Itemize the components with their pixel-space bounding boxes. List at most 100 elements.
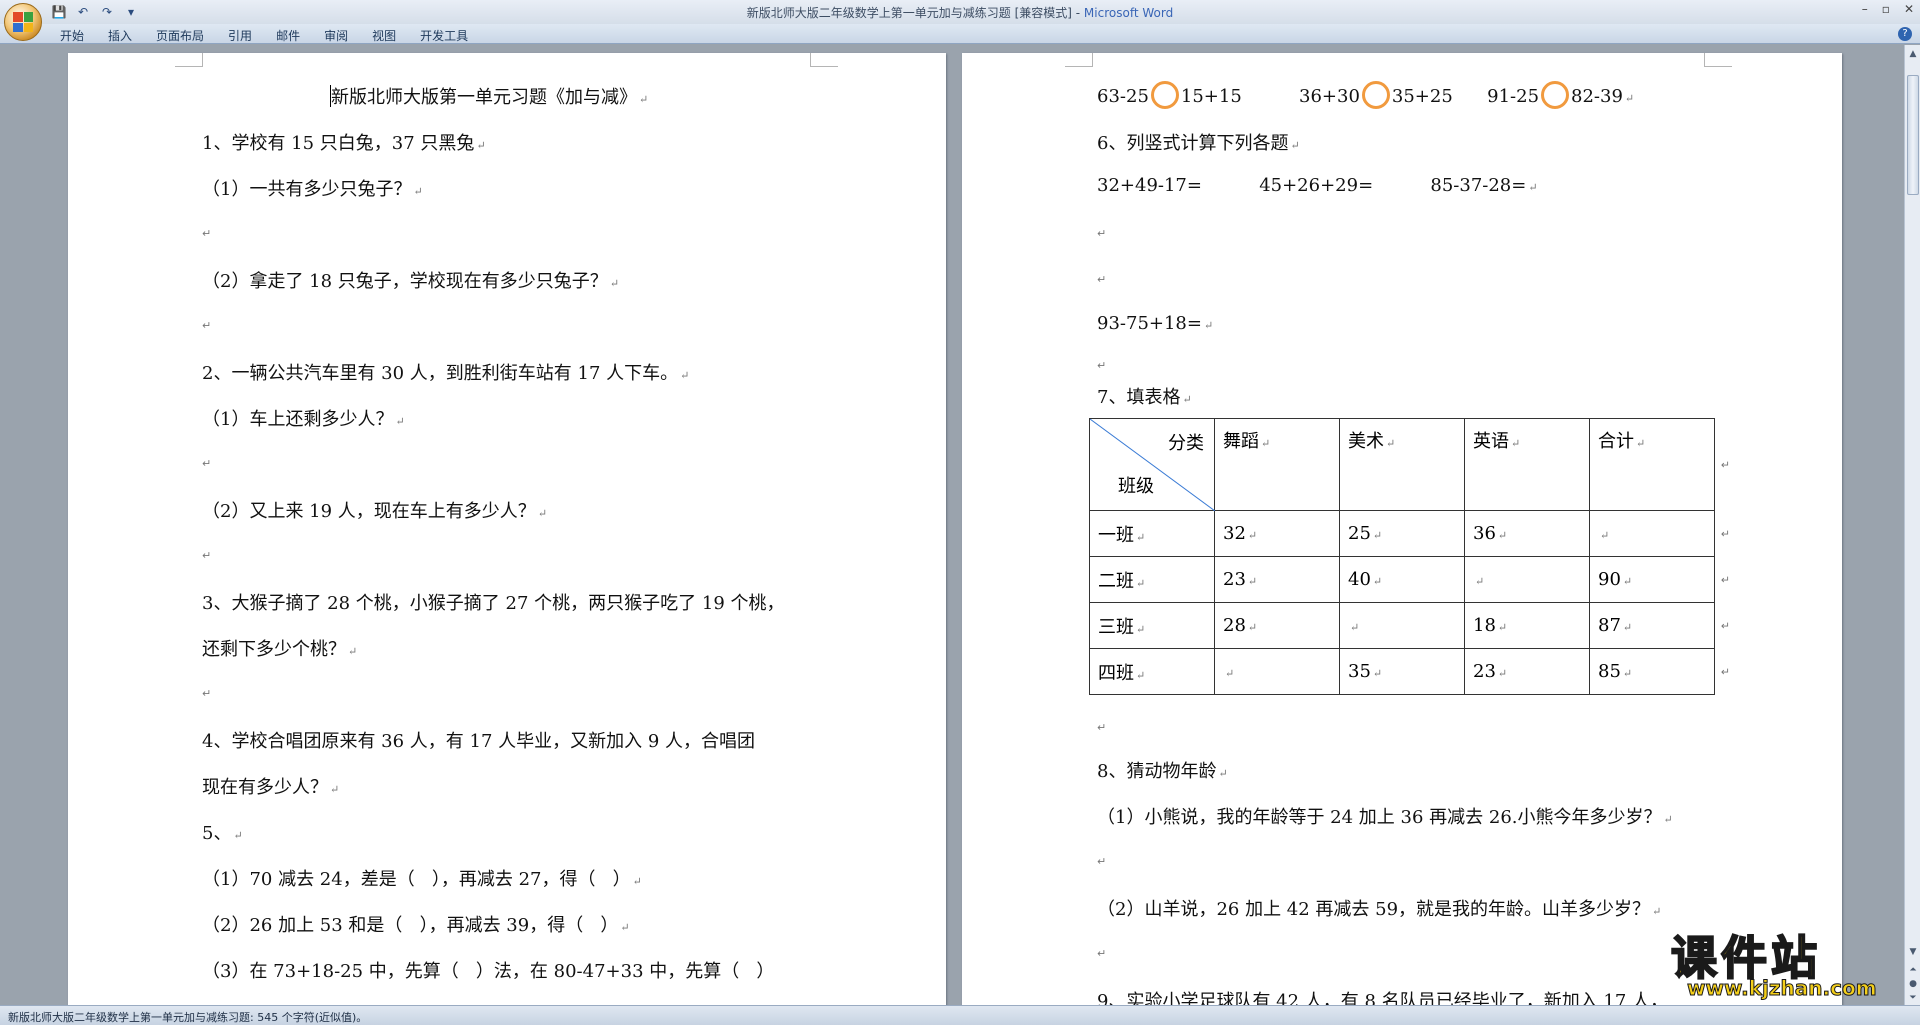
paragraph-mark: ↵ — [639, 93, 649, 106]
class-activity-table: 分类 班级 舞蹈 ↵ 美术 ↵ 英语 ↵ 合计 ↵ ↵ 一班 ↵ 32 ↵ 25 ↵ 36 ↵ ↵… — [1089, 418, 1730, 695]
document-title: 新版北师大版第一单元习题《加与减》 ↵ — [330, 83, 648, 109]
table-cell[interactable]: 25 ↵ — [1339, 510, 1465, 557]
minimize-icon[interactable]: – — [1862, 2, 1868, 16]
cell-value: 85 — [1598, 661, 1621, 682]
table-cell[interactable]: 40 ↵ — [1339, 556, 1465, 603]
table-row: 四班 ↵ ↵ 35 ↵ 23 ↵ 85 ↵ ↵ — [1089, 648, 1730, 695]
paragraph-mark: ↵ — [1475, 575, 1485, 588]
row-end-mark: ↵ — [1720, 458, 1730, 471]
paragraph-mark: ↵ — [1218, 767, 1228, 780]
cell-value: 90 — [1598, 569, 1621, 590]
cell-value: 25 — [1348, 523, 1371, 544]
cell-value: 18 — [1473, 615, 1496, 636]
document-area[interactable]: 新版北师大版第一单元习题《加与减》 ↵ 1、学校有 15 只白兔，37 只黑兔 ↵ … — [0, 45, 1904, 1005]
help-icon[interactable]: ? — [1898, 27, 1912, 41]
table-header-cell[interactable]: 合计 ↵ ↵ — [1589, 418, 1730, 511]
scroll-down-icon[interactable]: ▼ — [1906, 945, 1920, 959]
table-cell[interactable]: ↵ — [1214, 648, 1340, 695]
expression: 45+26+29= — [1259, 175, 1374, 196]
question-8-2: （2）山羊说，26 加上 42 再减去 59，就是我的年龄。山羊多少岁？ ↵ — [1097, 895, 1661, 921]
paragraph-mark: ↵ — [537, 507, 548, 520]
table-cell[interactable]: 四班 ↵ — [1089, 648, 1215, 695]
expression: 32+49-17= — [1097, 175, 1202, 196]
paragraph-mark: ↵ — [609, 277, 620, 290]
tab-developer[interactable]: 开发工具 — [408, 26, 480, 45]
page-2[interactable]: 63-25 15+15 36+30 35+25 91-25 82-39 ↵ 6、列竖式计… — [962, 53, 1842, 1005]
cell-value: 87 — [1598, 615, 1621, 636]
table-cell[interactable]: 二班 ↵ — [1089, 556, 1215, 603]
cell-value: 36 — [1473, 523, 1496, 544]
table-cell[interactable]: ↵ — [1339, 602, 1465, 649]
question-3-line-1: 3、大猴子摘了 28 个桃，小猴子摘了 27 个桃，两只猴子吃了 19 个桃， — [202, 589, 785, 615]
table-cell[interactable]: 23 ↵ — [1464, 648, 1590, 695]
paragraph-mark: ↵ — [233, 829, 243, 842]
tab-page-layout[interactable]: 页面布局 — [144, 26, 216, 45]
question-text: 1、学校有 15 只白兔，37 只黑兔 — [202, 133, 475, 154]
tab-review[interactable]: 审阅 — [312, 26, 360, 45]
office-button[interactable] — [4, 3, 42, 41]
paragraph-mark: ↵ — [330, 783, 340, 796]
paragraph-mark: ↵ — [1097, 359, 1107, 372]
paragraph-mark: ↵ — [1663, 813, 1673, 826]
table-cell[interactable]: 36 ↵ — [1464, 510, 1590, 557]
tab-view[interactable]: 视图 — [360, 26, 408, 45]
cell-value: 23 — [1223, 569, 1246, 590]
paragraph-mark: ↵ — [1636, 437, 1646, 450]
question-1-2: （2）拿走了 18 只兔子，学校现在有多少只兔子？ ↵ — [202, 267, 619, 293]
close-icon[interactable]: ✕ — [1904, 2, 1914, 16]
table-cell[interactable]: 一班 ↵ — [1089, 510, 1215, 557]
paragraph-mark: ↵ — [1225, 667, 1235, 680]
tab-home[interactable]: 开始 — [48, 26, 96, 45]
paragraph-mark: ↵ — [632, 875, 642, 888]
table-cell[interactable]: 23 ↵ — [1214, 556, 1340, 603]
paragraph-mark: ↵ — [1097, 273, 1107, 286]
crop-mark — [1704, 53, 1732, 67]
table-cell[interactable]: 三班 ↵ — [1089, 602, 1215, 649]
tab-references[interactable]: 引用 — [216, 26, 264, 45]
compare-circle-icon[interactable] — [1361, 81, 1390, 109]
paragraph-mark: ↵ — [1652, 905, 1662, 918]
cell-value: 28 — [1223, 615, 1246, 636]
window-controls: – ▫ ✕ — [1862, 2, 1914, 16]
table-cell[interactable]: 28 ↵ — [1214, 602, 1340, 649]
paragraph-mark: ↵ — [1622, 621, 1633, 634]
question-text: （2）拿走了 18 只兔子，学校现在有多少只兔子？ — [202, 271, 608, 292]
row-label: 三班 — [1098, 616, 1134, 638]
table-row: 三班 ↵ 28 ↵ ↵ 18 ↵ 87 ↵ ↵ — [1089, 602, 1730, 649]
question-6-expr-4: 93-75+18= ↵ — [1097, 313, 1213, 334]
row-end-mark: ↵ — [1720, 619, 1730, 632]
table-cell[interactable]: ↵ — [1464, 556, 1590, 603]
question-text: 8、猜动物年龄 — [1097, 761, 1217, 782]
next-page-icon[interactable]: ⏷ — [1906, 991, 1920, 1005]
table-cell[interactable]: 85 ↵ ↵ — [1589, 648, 1730, 695]
question-5-1: （1）70 减去 24，差是（ ），再减去 27，得（ ） ↵ — [202, 865, 642, 891]
compare-circle-icon[interactable] — [1541, 81, 1570, 109]
table-cell[interactable]: 87 ↵ ↵ — [1589, 602, 1730, 649]
scroll-thumb[interactable] — [1907, 75, 1919, 195]
table-cell[interactable]: 90 ↵ ↵ — [1589, 556, 1730, 603]
browse-object-icon[interactable]: ● — [1906, 977, 1920, 991]
table-header-cell[interactable]: 舞蹈 ↵ — [1214, 418, 1340, 511]
question-1: 1、学校有 15 只白兔，37 只黑兔 ↵ — [202, 129, 486, 155]
compare-circle-icon[interactable] — [1150, 81, 1179, 109]
table-header-cell[interactable]: 英语 ↵ — [1464, 418, 1590, 511]
tab-mailings[interactable]: 邮件 — [264, 26, 312, 45]
previous-page-icon[interactable]: ⏶ — [1906, 963, 1920, 977]
table-row: 一班 ↵ 32 ↵ 25 ↵ 36 ↵ ↵ ↵ — [1089, 510, 1730, 557]
table-header-cell[interactable]: 美术 ↵ — [1339, 418, 1465, 511]
expression: 85-37-28= — [1430, 175, 1527, 196]
vertical-scrollbar[interactable]: ▲ ▼ ⏶ ● ⏷ — [1904, 45, 1920, 1005]
compare-left: 63-25 — [1097, 86, 1149, 107]
table-cell[interactable]: 18 ↵ — [1464, 602, 1590, 649]
table-cell[interactable]: ↵ ↵ — [1589, 510, 1730, 557]
tab-insert[interactable]: 插入 — [96, 26, 144, 45]
compare-right: 35+25 — [1391, 86, 1453, 107]
scroll-up-icon[interactable]: ▲ — [1906, 47, 1920, 61]
page-1[interactable]: 新版北师大版第一单元习题《加与减》 ↵ 1、学校有 15 只白兔，37 只黑兔 ↵ … — [68, 53, 946, 1005]
table-cell[interactable]: 32 ↵ — [1214, 510, 1340, 557]
paragraph-mark: ↵ — [1622, 575, 1633, 588]
table-cell[interactable]: 35 ↵ — [1339, 648, 1465, 695]
question-8: 8、猜动物年龄 ↵ — [1097, 757, 1228, 783]
diagonal-header-cell[interactable]: 分类 班级 — [1089, 418, 1215, 511]
maximize-icon[interactable]: ▫ — [1882, 2, 1890, 16]
